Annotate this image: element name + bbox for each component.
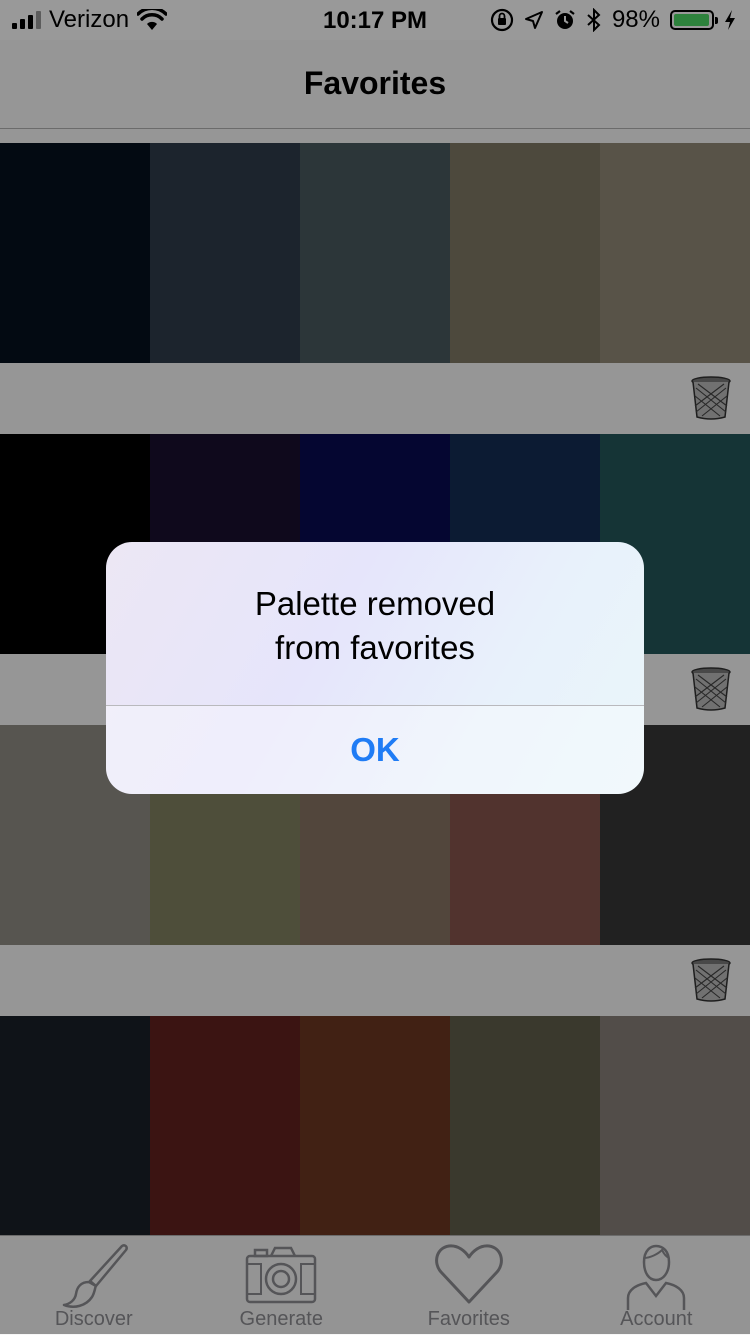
ok-button[interactable]: OK [106, 706, 644, 794]
alert-message-line-2: from favorites [106, 626, 644, 670]
alert-message-line-1: Palette removed [106, 582, 644, 626]
alert-dialog: Palette removed from favorites OK [106, 542, 644, 794]
alert-message: Palette removed from favorites [106, 582, 644, 670]
